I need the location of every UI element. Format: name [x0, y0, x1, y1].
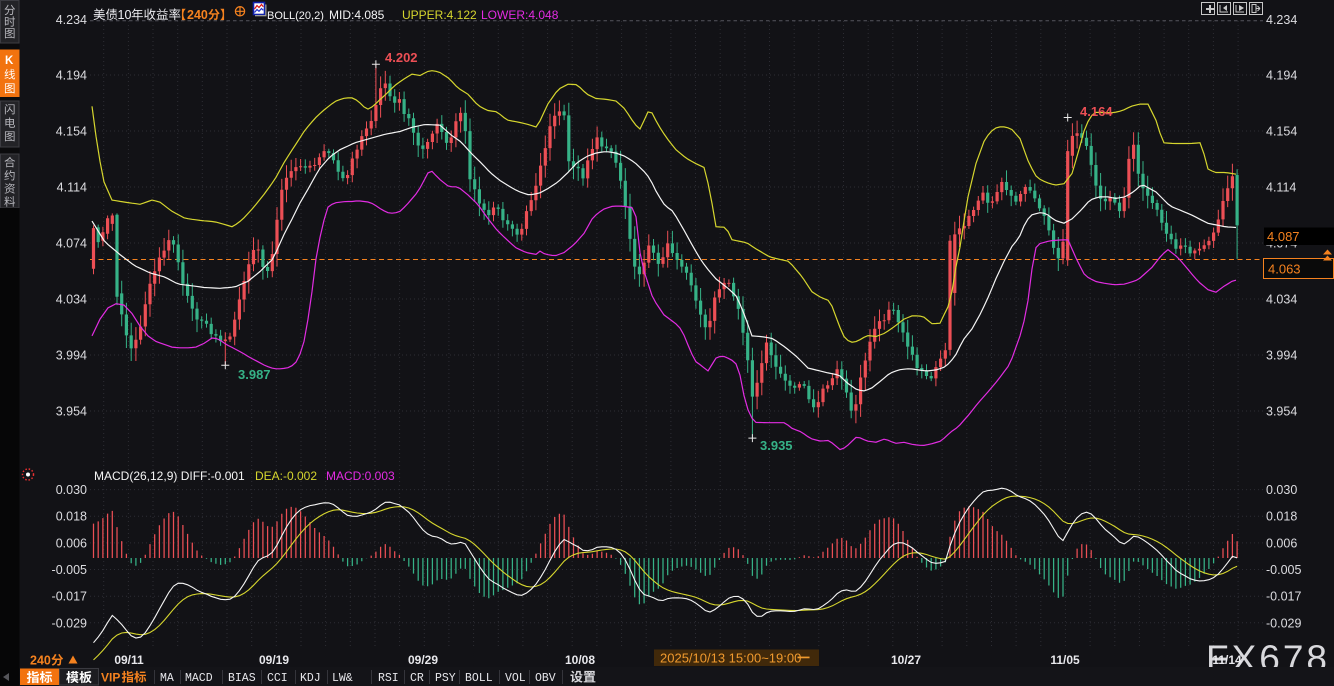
- svg-text:-0.029: -0.029: [52, 616, 87, 630]
- svg-text:0.018: 0.018: [1266, 510, 1297, 524]
- svg-text:MA: MA: [160, 672, 174, 685]
- svg-text:CCI: CCI: [267, 672, 288, 685]
- svg-text:LOWER:4.048: LOWER:4.048: [481, 8, 559, 22]
- svg-text:4.164: 4.164: [1080, 104, 1113, 119]
- svg-text:10: 10: [118, 8, 132, 22]
- svg-text:UPPER:4.122: UPPER:4.122: [402, 8, 477, 22]
- svg-text:MACD:0.003: MACD:0.003: [326, 469, 395, 483]
- svg-text:3.954: 3.954: [56, 405, 87, 419]
- svg-text:-0.029: -0.029: [1266, 616, 1301, 630]
- svg-text:09/19: 09/19: [259, 653, 289, 667]
- svg-text:4.074: 4.074: [56, 237, 87, 251]
- svg-text:0.030: 0.030: [1266, 483, 1297, 497]
- svg-text:0.018: 0.018: [56, 510, 87, 524]
- svg-text:4.234: 4.234: [56, 13, 87, 27]
- svg-text:240: 240: [187, 8, 208, 22]
- svg-text:3.935: 3.935: [760, 438, 793, 453]
- svg-text:4.114: 4.114: [1266, 181, 1296, 195]
- svg-text:KDJ: KDJ: [300, 672, 321, 685]
- svg-text:4.194: 4.194: [1266, 69, 1297, 83]
- svg-text:BOLL: BOLL: [465, 672, 493, 685]
- svg-text:RSI: RSI: [378, 672, 399, 685]
- svg-text:0.030: 0.030: [56, 483, 87, 497]
- svg-text:3.994: 3.994: [56, 349, 87, 363]
- svg-text:3.954: 3.954: [1266, 405, 1297, 419]
- svg-text:CR: CR: [410, 672, 424, 685]
- svg-text:09/11: 09/11: [114, 653, 144, 667]
- svg-text:PSY: PSY: [435, 672, 456, 685]
- svg-text:0.006: 0.006: [56, 536, 87, 550]
- svg-text:BIAS: BIAS: [228, 672, 256, 685]
- svg-text:OBV: OBV: [535, 672, 556, 685]
- svg-text:MACD(26,12,9) DIFF:-0.001: MACD(26,12,9) DIFF:-0.001: [94, 469, 245, 483]
- svg-text:4.154: 4.154: [56, 125, 87, 139]
- svg-text:0.006: 0.006: [1266, 536, 1297, 550]
- svg-text:K: K: [5, 55, 14, 67]
- svg-text:4.154: 4.154: [1266, 125, 1297, 139]
- svg-text:4.202: 4.202: [385, 50, 418, 65]
- svg-text:4.234: 4.234: [1266, 13, 1297, 27]
- svg-text:3.987: 3.987: [238, 367, 271, 382]
- svg-text:-0.017: -0.017: [52, 590, 87, 604]
- svg-text:4.034: 4.034: [1266, 293, 1297, 307]
- svg-text:4.087: 4.087: [1267, 229, 1300, 244]
- svg-text:240: 240: [30, 654, 51, 668]
- svg-text:4.034: 4.034: [56, 293, 87, 307]
- svg-text:-0.017: -0.017: [1266, 590, 1301, 604]
- svg-text:DEA:-0.002: DEA:-0.002: [255, 469, 317, 483]
- svg-text:10/27: 10/27: [891, 653, 921, 667]
- svg-text:11/05: 11/05: [1050, 653, 1080, 667]
- svg-text:MID:4.085: MID:4.085: [329, 8, 385, 22]
- svg-text:2025/10/13 15:00~19:00: 2025/10/13 15:00~19:00: [660, 651, 801, 666]
- svg-text:4.194: 4.194: [56, 69, 87, 83]
- svg-text:VOL: VOL: [505, 672, 526, 685]
- svg-text:-0.005: -0.005: [52, 563, 87, 577]
- svg-text:MACD: MACD: [185, 672, 213, 685]
- svg-text:BOLL(20,2): BOLL(20,2): [267, 10, 324, 22]
- svg-text:10/08: 10/08: [565, 653, 595, 667]
- svg-text:09/29: 09/29: [408, 653, 438, 667]
- svg-text:4.114: 4.114: [57, 181, 87, 195]
- svg-text:3.994: 3.994: [1266, 349, 1297, 363]
- svg-text:4.063: 4.063: [1268, 262, 1301, 277]
- svg-text:-0.005: -0.005: [1266, 563, 1301, 577]
- svg-text:VIP: VIP: [101, 671, 120, 685]
- svg-text:LW&: LW&: [332, 672, 353, 685]
